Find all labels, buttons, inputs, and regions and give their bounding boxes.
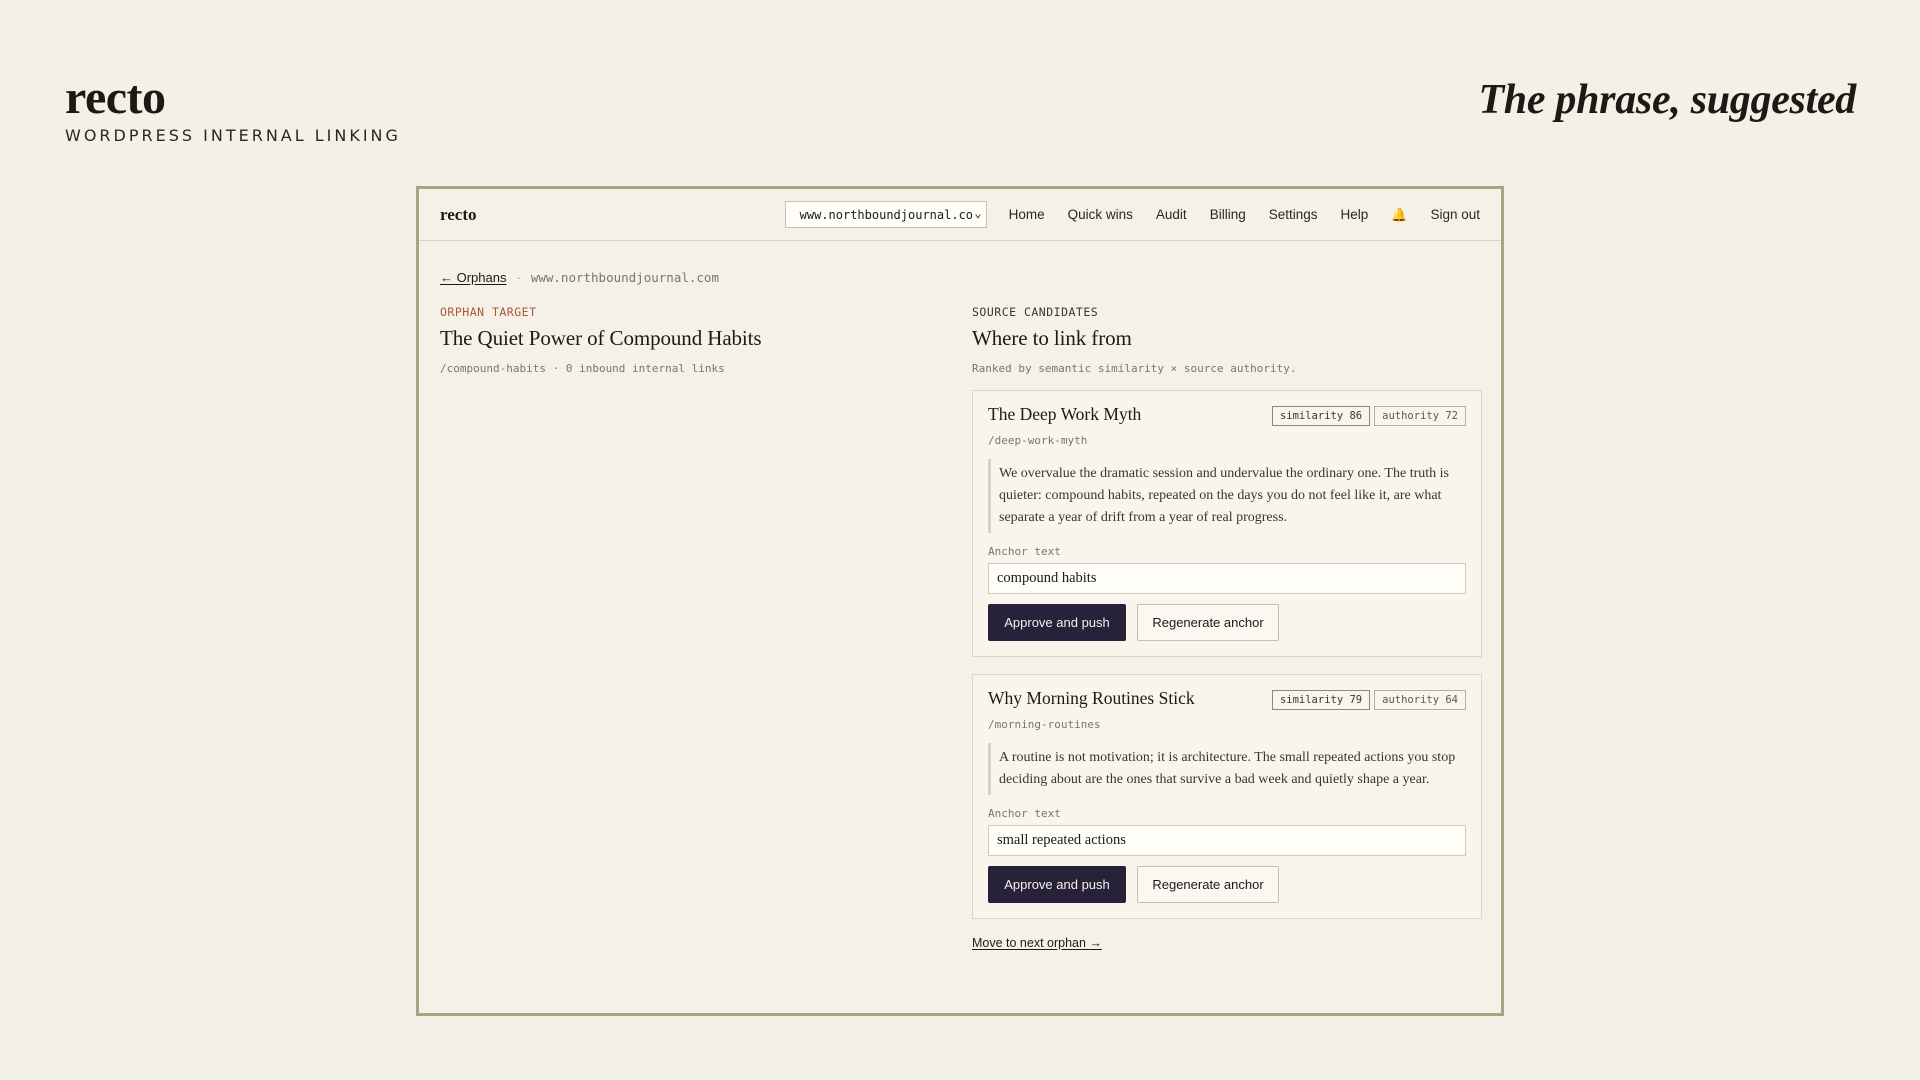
app-logo[interactable]: recto [440,205,785,225]
source-candidates-panel: SOURCE CANDIDATES Where to link from Ran… [972,305,1482,952]
anchor-text-label: Anchor text [988,807,1061,820]
orphan-title: The Quiet Power of Compound Habits [440,326,762,350]
similarity-badge: similarity 79 [1271,690,1371,710]
main-nav: Home Quick wins Audit Billing Settings H… [1009,207,1480,223]
candidate-excerpt: A routine is not motivation; it is archi… [988,743,1466,795]
nav-audit[interactable]: Audit [1156,207,1187,222]
approve-and-push-button[interactable]: Approve and push [988,866,1126,903]
orphan-target-panel: ORPHAN TARGET The Quiet Power of Compoun… [440,305,920,375]
card-actions: Approve and push Regenerate anchor [988,866,1466,903]
app-window: recto www.northboundjournal.com ⌄ Home Q… [416,186,1504,1016]
orphan-eyebrow: ORPHAN TARGET [440,305,537,319]
card-actions: Approve and push Regenerate anchor [988,604,1466,641]
nav-help[interactable]: Help [1341,207,1369,222]
breadcrumb-separator: · [516,270,521,285]
candidate-slug: /deep-work-myth [988,434,1088,447]
sources-eyebrow: SOURCE CANDIDATES [972,305,1099,319]
site-select[interactable]: www.northboundjournal.com ⌄ [784,201,987,228]
anchor-text-input[interactable]: compound habits [988,563,1466,594]
similarity-badge: similarity 86 [1271,406,1371,426]
sources-title: Where to link from [972,326,1132,350]
anchor-text-label: Anchor text [988,545,1061,558]
site-select-value: www.northboundjournal.com [799,207,981,222]
candidate-card: Why Morning Routines Stick similarity 79… [972,674,1482,919]
top-navigation-bar: recto www.northboundjournal.com ⌄ Home Q… [419,189,1501,241]
breadcrumb-site: www.northboundjournal.com [530,270,719,285]
sources-subtitle: Ranked by semantic similarity × source a… [972,362,1297,375]
nav-home[interactable]: Home [1009,207,1045,222]
sign-out-link[interactable]: Sign out [1430,207,1480,222]
nav-settings[interactable]: Settings [1269,207,1318,222]
tagline: The phrase, suggested [1478,77,1856,123]
bell-icon[interactable]: 🔔 [1391,207,1407,223]
back-to-orphans-link[interactable]: ← Orphans [440,270,506,285]
candidate-slug: /morning-routines [988,718,1101,731]
brand-block: recto WORDPRESS INTERNAL LINKING [65,71,401,146]
candidate-badges: similarity 79 authority 64 [1268,690,1466,710]
candidate-card: The Deep Work Myth similarity 86 authori… [972,390,1482,657]
brand-name: recto [65,71,166,124]
nav-billing[interactable]: Billing [1210,207,1246,222]
regenerate-anchor-button[interactable]: Regenerate anchor [1137,866,1279,903]
anchor-text-input[interactable]: small repeated actions [988,825,1466,856]
candidate-excerpt: We overvalue the dramatic session and un… [988,459,1466,533]
authority-badge: authority 64 [1374,690,1466,710]
brand-subtitle: WORDPRESS INTERNAL LINKING [65,126,401,145]
chevron-down-icon: ⌄ [972,206,982,220]
orphan-meta: /compound-habits · 0 inbound internal li… [440,362,725,375]
approve-and-push-button[interactable]: Approve and push [988,604,1126,641]
candidate-badges: similarity 86 authority 72 [1268,406,1466,426]
nav-quick-wins[interactable]: Quick wins [1068,207,1133,222]
authority-badge: authority 72 [1374,406,1466,426]
next-orphan-link[interactable]: Move to next orphan → [972,936,1102,950]
breadcrumb: ← Orphans · www.northboundjournal.com [440,270,719,285]
regenerate-anchor-button[interactable]: Regenerate anchor [1137,604,1279,641]
